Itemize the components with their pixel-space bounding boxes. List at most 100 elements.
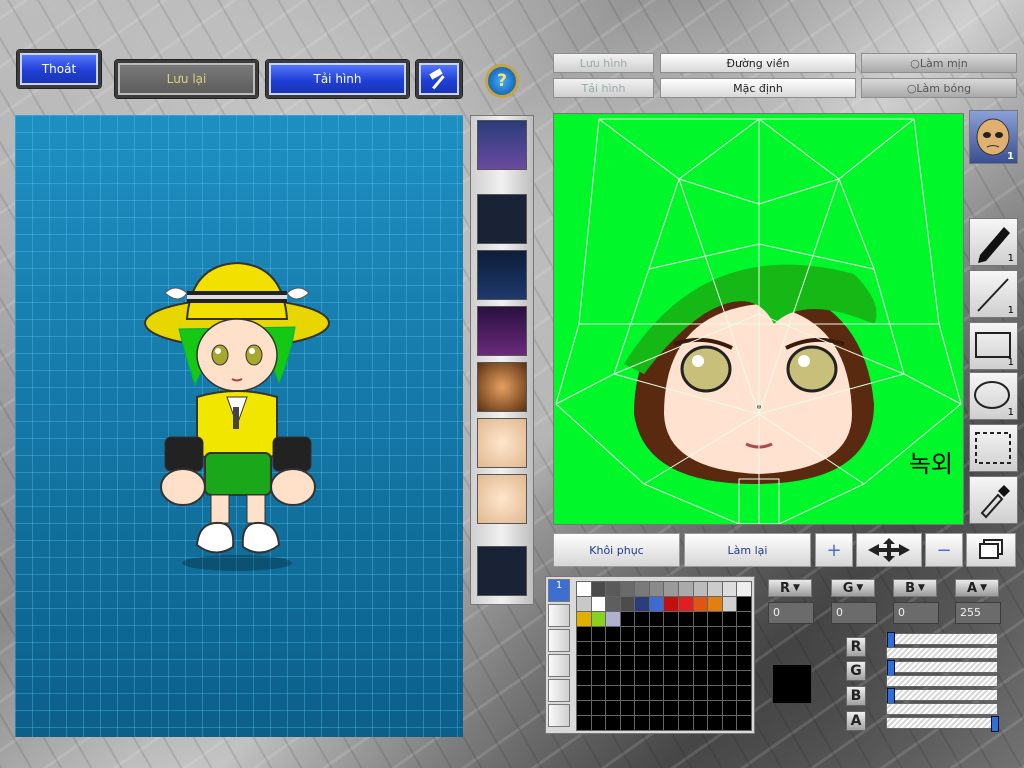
alpha-slider[interactable]	[886, 716, 999, 732]
rectangle-tool[interactable]: 1	[969, 322, 1018, 370]
palette-color-cell[interactable]	[708, 671, 722, 686]
layer-button[interactable]	[966, 533, 1016, 567]
palette-color-cell[interactable]	[708, 626, 722, 641]
palette-color-cell[interactable]	[664, 656, 679, 671]
eyedropper-tool[interactable]	[969, 476, 1018, 524]
palette-tab-1[interactable]: 1	[548, 579, 570, 602]
load-button[interactable]: Tải hình	[266, 60, 409, 98]
palette-color-cell[interactable]	[649, 671, 664, 686]
palette-color-cell[interactable]	[679, 626, 693, 641]
palette-color-cell[interactable]	[737, 716, 751, 730]
palette-color-cell[interactable]	[664, 701, 679, 716]
green-value-input[interactable]: 0	[831, 602, 877, 624]
palette-color-cell[interactable]	[693, 582, 708, 596]
zoom-in-button[interactable]: +	[815, 533, 853, 567]
palette-color-cell[interactable]	[635, 686, 649, 701]
palette-color-cell[interactable]	[679, 671, 693, 686]
palette-color-cell[interactable]	[649, 656, 664, 671]
palette-color-cell[interactable]	[664, 582, 679, 596]
palette-color-cell[interactable]	[635, 582, 649, 596]
green-slider-knob[interactable]	[887, 660, 895, 676]
palette-color-cell[interactable]	[679, 701, 693, 716]
red-value-input[interactable]: 0	[768, 602, 814, 624]
palette-color-cell[interactable]	[737, 626, 751, 641]
redo-button[interactable]: Làm lại	[684, 533, 811, 567]
profile-avatar[interactable]: 1	[969, 110, 1018, 164]
palette-color-cell[interactable]	[679, 611, 693, 626]
part-thumb-dragon[interactable]	[477, 250, 527, 300]
palette-color-cell[interactable]	[664, 671, 679, 686]
palette-color-cell[interactable]	[693, 641, 708, 656]
part-thumb-empty-1[interactable]	[477, 194, 527, 244]
palette-color-cell[interactable]	[620, 716, 635, 730]
palette-color-cell[interactable]	[664, 641, 679, 656]
palette-color-cell[interactable]	[737, 671, 751, 686]
palette-color-cell[interactable]	[737, 596, 751, 611]
character-preview-canvas[interactable]	[15, 115, 463, 737]
blue-channel-select[interactable]: B ▼	[893, 579, 937, 597]
palette-color-cell[interactable]	[737, 641, 751, 656]
palette-color-cell[interactable]	[591, 582, 606, 596]
part-thumb-monster[interactable]	[477, 120, 527, 170]
load-image-button[interactable]: Tải hình	[553, 78, 654, 98]
palette-color-cell[interactable]	[722, 671, 737, 686]
alpha-channel-select[interactable]: A ▼	[955, 579, 999, 597]
palette-color-cell[interactable]	[693, 626, 708, 641]
palette-color-cell[interactable]	[606, 656, 620, 671]
move-button[interactable]	[856, 533, 922, 567]
palette-color-cell[interactable]	[708, 656, 722, 671]
palette-color-cell[interactable]	[649, 596, 664, 611]
palette-color-cell[interactable]	[591, 686, 606, 701]
palette-color-cell[interactable]	[649, 686, 664, 701]
palette-color-cell[interactable]	[577, 671, 591, 686]
palette-color-cell[interactable]	[591, 656, 606, 671]
palette-color-cell[interactable]	[620, 671, 635, 686]
palette-color-cell[interactable]	[693, 611, 708, 626]
palette-color-cell[interactable]	[664, 686, 679, 701]
palette-color-cell[interactable]	[679, 686, 693, 701]
palette-color-cell[interactable]	[664, 611, 679, 626]
palette-color-cell[interactable]	[708, 641, 722, 656]
palette-color-cell[interactable]	[635, 611, 649, 626]
palette-color-cell[interactable]	[708, 582, 722, 596]
palette-color-cell[interactable]	[591, 641, 606, 656]
palette-color-cell[interactable]	[635, 626, 649, 641]
palette-color-cell[interactable]	[577, 701, 591, 716]
palette-color-cell[interactable]	[577, 656, 591, 671]
palette-color-cell[interactable]	[693, 686, 708, 701]
palette-color-cell[interactable]	[635, 701, 649, 716]
palette-color-cell[interactable]	[577, 641, 591, 656]
palette-color-cell[interactable]	[577, 582, 591, 596]
palette-color-cell[interactable]	[664, 596, 679, 611]
palette-color-cell[interactable]	[649, 716, 664, 730]
palette-color-cell[interactable]	[606, 671, 620, 686]
hammer-button[interactable]	[416, 60, 462, 98]
palette-color-cell[interactable]	[620, 701, 635, 716]
palette-color-cell[interactable]	[722, 701, 737, 716]
red-channel-select[interactable]: R ▼	[768, 579, 812, 597]
palette-color-cell[interactable]	[708, 596, 722, 611]
palette-color-cell[interactable]	[606, 596, 620, 611]
part-thumb-armor[interactable]	[477, 306, 527, 356]
face-texture-editor[interactable]: 녹외	[553, 113, 964, 525]
palette-color-cell[interactable]	[591, 701, 606, 716]
default-button[interactable]: Mặc định	[660, 78, 856, 98]
palette-color-cell[interactable]	[693, 716, 708, 730]
palette-color-cell[interactable]	[591, 716, 606, 730]
palette-color-cell[interactable]	[606, 716, 620, 730]
palette-color-cell[interactable]	[737, 701, 751, 716]
palette-color-cell[interactable]	[635, 716, 649, 730]
red-slider-knob[interactable]	[887, 632, 895, 648]
alpha-value-input[interactable]: 255	[955, 602, 1001, 624]
palette-color-cell[interactable]	[620, 686, 635, 701]
palette-tab-6[interactable]	[548, 704, 570, 727]
palette-color-cell[interactable]	[679, 582, 693, 596]
palette-color-cell[interactable]	[620, 596, 635, 611]
restore-button[interactable]: Khôi phục	[553, 533, 680, 567]
palette-color-cell[interactable]	[722, 686, 737, 701]
palette-color-cell[interactable]	[649, 582, 664, 596]
outline-button[interactable]: Đường viền	[660, 53, 856, 73]
palette-color-cell[interactable]	[737, 686, 751, 701]
palette-color-cell[interactable]	[679, 656, 693, 671]
exit-button[interactable]: Thoát	[17, 50, 101, 88]
